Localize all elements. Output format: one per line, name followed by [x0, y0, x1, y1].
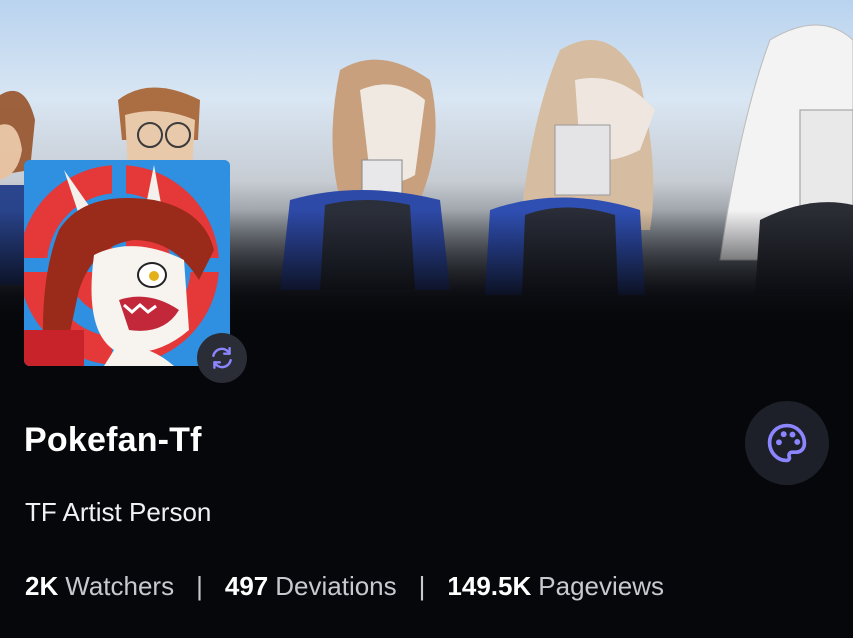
theme-button[interactable] [745, 401, 829, 485]
stat-value: 149.5K [447, 571, 532, 601]
stat-value: 2K [25, 571, 59, 601]
stat-value: 497 [224, 571, 269, 601]
refresh-icon [212, 347, 232, 369]
profile-stats: 2K Watchers | 497 Deviations | 149.5K Pagev… [25, 571, 664, 602]
stat-label: Watchers [65, 571, 175, 601]
avatar[interactable] [24, 160, 230, 366]
change-avatar-button[interactable] [197, 333, 247, 383]
stat-label: Deviations [275, 571, 397, 601]
stat-pageviews: 149.5K Pageviews [447, 571, 664, 602]
stat-separator: | [418, 571, 426, 601]
stat-separator: | [196, 571, 203, 601]
palette-icon [767, 423, 807, 463]
username: Pokefan-Tf [24, 421, 202, 459]
stat-label: Pageviews [538, 571, 664, 601]
stat-watchers[interactable]: 2K Watchers [25, 571, 174, 602]
profile-tagline: TF Artist Person [25, 497, 212, 527]
stat-deviations[interactable]: 497 Deviations [225, 571, 397, 602]
avatar-image [24, 160, 230, 366]
